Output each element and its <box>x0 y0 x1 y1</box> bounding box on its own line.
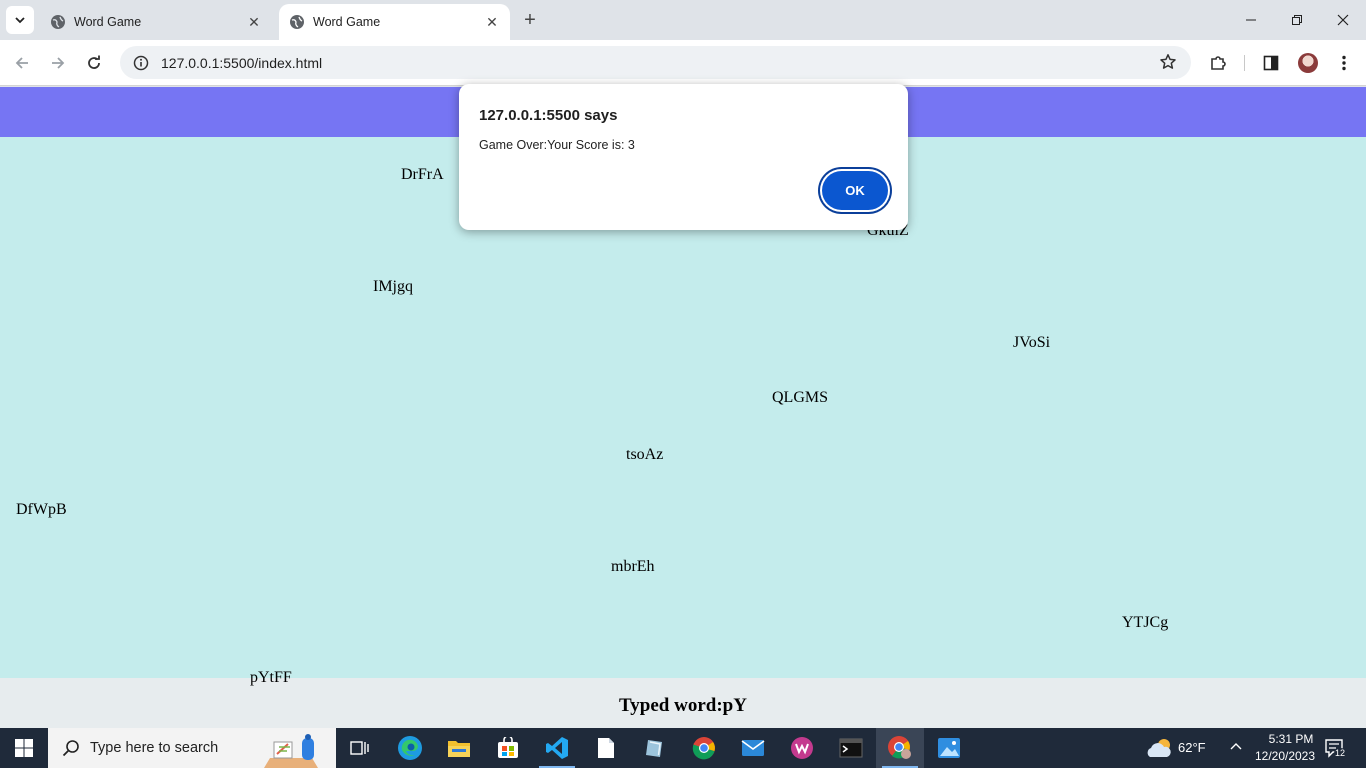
tab-title: Word Game <box>74 15 142 29</box>
browser-toolbar: 127.0.0.1:5500/index.html <box>0 40 1366 86</box>
falling-word: DfWpB <box>16 501 67 518</box>
taskbar-chrome-active[interactable] <box>876 728 924 768</box>
taskbar-edge[interactable] <box>386 728 434 768</box>
falling-word: DrFrA <box>401 166 444 183</box>
chrome-icon <box>692 737 715 760</box>
ok-button[interactable]: OK <box>822 171 888 210</box>
folder-icon <box>448 741 470 757</box>
taskbar-chrome[interactable] <box>680 728 728 768</box>
minimize-icon <box>1246 19 1256 21</box>
globe-icon <box>50 14 66 30</box>
falling-word: pYtFF <box>250 669 292 686</box>
tab-word-game-1[interactable]: Word Game ✕ <box>40 4 272 40</box>
bookmark-star-icon[interactable] <box>1159 53 1177 76</box>
toolbar-separator <box>1244 55 1245 71</box>
taskbar-search-box[interactable]: Type here to search <box>48 728 336 768</box>
tab-word-game-2[interactable]: Word Game ✕ <box>279 4 510 40</box>
falling-word: QLGMS <box>772 389 829 406</box>
reload-button[interactable] <box>80 49 108 77</box>
extensions-button[interactable] <box>1204 49 1232 77</box>
weather-cloudy-icon <box>1147 739 1171 757</box>
arrow-left-icon <box>15 57 28 69</box>
arrow-right-icon <box>52 57 65 69</box>
address-bar[interactable]: 127.0.0.1:5500/index.html <box>120 46 1191 79</box>
puzzle-icon <box>1211 56 1226 70</box>
task-view-button[interactable] <box>336 728 384 768</box>
forward-button[interactable] <box>44 49 72 77</box>
tray-expand-icon[interactable] <box>1229 739 1243 756</box>
glass-app-icon <box>646 740 662 757</box>
taskbar-file-explorer[interactable] <box>435 728 483 768</box>
globe-icon <box>289 14 305 30</box>
notification-count-badge: 12 <box>1334 748 1347 758</box>
url-text[interactable]: 127.0.0.1:5500/index.html <box>161 55 322 71</box>
tab-strip: Word Game ✕ Word Game ✕ + <box>0 0 1366 40</box>
close-icon <box>1337 14 1349 26</box>
alert-dialog: 127.0.0.1:5500 says Game Over:Your Score… <box>459 84 908 230</box>
new-tab-button[interactable]: + <box>518 8 542 32</box>
back-button[interactable] <box>8 49 36 77</box>
taskbar-store[interactable] <box>484 728 532 768</box>
photos-icon <box>938 738 960 758</box>
search-placeholder: Type here to search <box>90 740 219 756</box>
dialog-message: Game Over:Your Score is: 3 <box>479 138 635 152</box>
falling-word: IMjgq <box>373 278 413 295</box>
taskbar-wps[interactable] <box>778 728 826 768</box>
falling-word: JVoSi <box>1013 334 1051 351</box>
tab-title: Word Game <box>313 15 381 29</box>
start-button[interactable] <box>0 728 48 768</box>
taskbar-notepad[interactable] <box>582 728 630 768</box>
weather-temperature[interactable]: 62°F <box>1178 740 1206 755</box>
tab-close-icon[interactable]: ✕ <box>246 14 262 30</box>
tab-search-button[interactable] <box>6 6 34 34</box>
minimize-button[interactable] <box>1228 0 1274 40</box>
restore-icon <box>1292 15 1302 25</box>
taskbar-photos[interactable] <box>925 728 973 768</box>
chevron-down-icon <box>15 17 25 24</box>
close-window-button[interactable] <box>1320 0 1366 40</box>
clock-time[interactable]: 5:31 PM <box>1260 732 1322 746</box>
more-vertical-icon <box>1342 55 1346 71</box>
chrome-profile-icon <box>888 736 911 759</box>
vscode-icon <box>546 737 568 759</box>
document-icon <box>598 738 614 758</box>
taskbar-terminal[interactable] <box>827 728 875 768</box>
task-view-icon <box>350 741 369 755</box>
mail-icon <box>741 740 765 756</box>
side-panel-button[interactable] <box>1257 49 1285 77</box>
wps-icon <box>791 737 813 759</box>
reload-icon <box>88 55 100 69</box>
windows-logo-icon <box>15 739 33 757</box>
profile-button[interactable] <box>1294 49 1322 77</box>
search-highlight-illustration <box>264 734 318 768</box>
search-icon <box>62 740 79 757</box>
tab-close-icon[interactable]: ✕ <box>484 14 500 30</box>
edge-icon <box>398 736 422 760</box>
terminal-icon <box>839 738 863 758</box>
avatar <box>1298 53 1318 73</box>
restore-button[interactable] <box>1274 0 1320 40</box>
dialog-title: 127.0.0.1:5500 says <box>479 107 618 124</box>
store-icon <box>498 737 518 758</box>
falling-word: YTJCg <box>1122 614 1169 631</box>
windows-taskbar: Type here to search 62°F 5:31 PM 12/20/2… <box>0 728 1366 768</box>
taskbar-mail[interactable] <box>729 728 777 768</box>
falling-word: tsoAz <box>626 446 664 463</box>
typed-word-display: Typed word:pY <box>619 695 747 716</box>
clock-date[interactable]: 12/20/2023 <box>1250 749 1320 763</box>
menu-button[interactable] <box>1330 49 1358 77</box>
site-info-icon[interactable] <box>124 55 158 71</box>
side-panel-icon <box>1263 55 1279 71</box>
taskbar-app[interactable] <box>631 728 679 768</box>
falling-word: mbrEh <box>611 558 655 575</box>
taskbar-vscode[interactable] <box>533 728 581 768</box>
